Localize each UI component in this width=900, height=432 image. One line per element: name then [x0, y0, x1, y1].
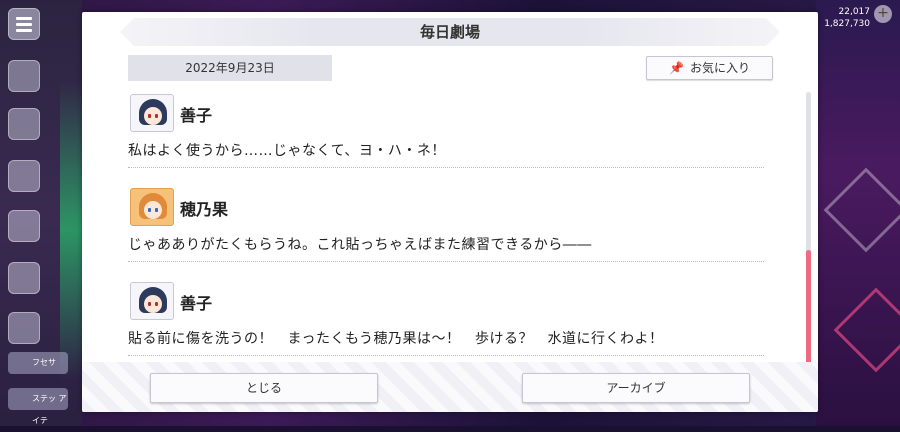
- scrollbar[interactable]: [806, 92, 811, 368]
- favorite-button[interactable]: 📌 お気に入り: [646, 56, 773, 80]
- favorite-label: お気に入り: [689, 61, 750, 75]
- currency-counter: 22,017 1,827,730: [824, 6, 870, 30]
- present-icon[interactable]: [8, 108, 40, 140]
- side-label-2[interactable]: ステッ アイテ: [8, 388, 68, 425]
- dialogue-list[interactable]: 善子 私はよく使うから……じゃなくて、ヨ・ハ・ネ！ 穂乃果 じゃあありがたくもら…: [128, 90, 772, 370]
- gift-icon[interactable]: [8, 160, 40, 192]
- divider: [128, 167, 764, 168]
- date-label: 2022年9月23日: [128, 55, 332, 81]
- archive-button[interactable]: アーカイブ: [522, 373, 750, 403]
- scrollbar-thumb[interactable]: [806, 250, 811, 368]
- trophy-icon[interactable]: [8, 262, 40, 294]
- daily-theater-dialog: 毎日劇場 2022年9月23日 📌 お気に入り 善子 私はよく使うから……じゃなく…: [82, 12, 818, 412]
- character-avatar: [130, 94, 174, 132]
- side-menu-icon[interactable]: [8, 60, 40, 92]
- dialogue-text: 私はよく使うから……じゃなくて、ヨ・ハ・ネ！: [128, 143, 446, 159]
- dialogue-text: じゃあありがたくもらうね。これ貼っちゃえばまた練習できるから――: [128, 237, 592, 253]
- expand-icon[interactable]: [8, 312, 40, 344]
- dialog-title: 毎日劇場: [120, 18, 780, 46]
- add-currency-button[interactable]: +: [874, 5, 892, 23]
- dialogue-entry: 穂乃果 じゃあありがたくもらうね。これ貼っちゃえばまた練習できるから――: [128, 184, 772, 278]
- dialogue-text: 貼る前に傷を洗うの！ まったくもう穂乃果は～！ 歩ける？ 水道に行くわよ！: [128, 331, 664, 347]
- speaker-name: 善子: [180, 106, 213, 125]
- hamburger-menu-icon[interactable]: [8, 8, 40, 40]
- dialogue-entry: 善子 貼る前に傷を洗うの！ まったくもう穂乃果は～！ 歩ける？ 水道に行くわよ！: [128, 278, 772, 370]
- counter-bottom: 1,827,730: [824, 19, 870, 29]
- camera-icon[interactable]: [8, 210, 40, 242]
- speaker-name: 穂乃果: [180, 200, 229, 219]
- side-label-1[interactable]: フセサ: [8, 352, 68, 374]
- character-avatar: [130, 282, 174, 320]
- divider: [128, 355, 764, 356]
- dialogue-entry: 善子 私はよく使うから……じゃなくて、ヨ・ハ・ネ！: [128, 90, 772, 184]
- character-avatar: [130, 188, 174, 226]
- pin-icon: 📌: [669, 61, 684, 75]
- counter-top: 22,017: [838, 7, 871, 17]
- close-button[interactable]: とじる: [150, 373, 378, 403]
- divider: [128, 261, 764, 262]
- speaker-name: 善子: [180, 294, 213, 313]
